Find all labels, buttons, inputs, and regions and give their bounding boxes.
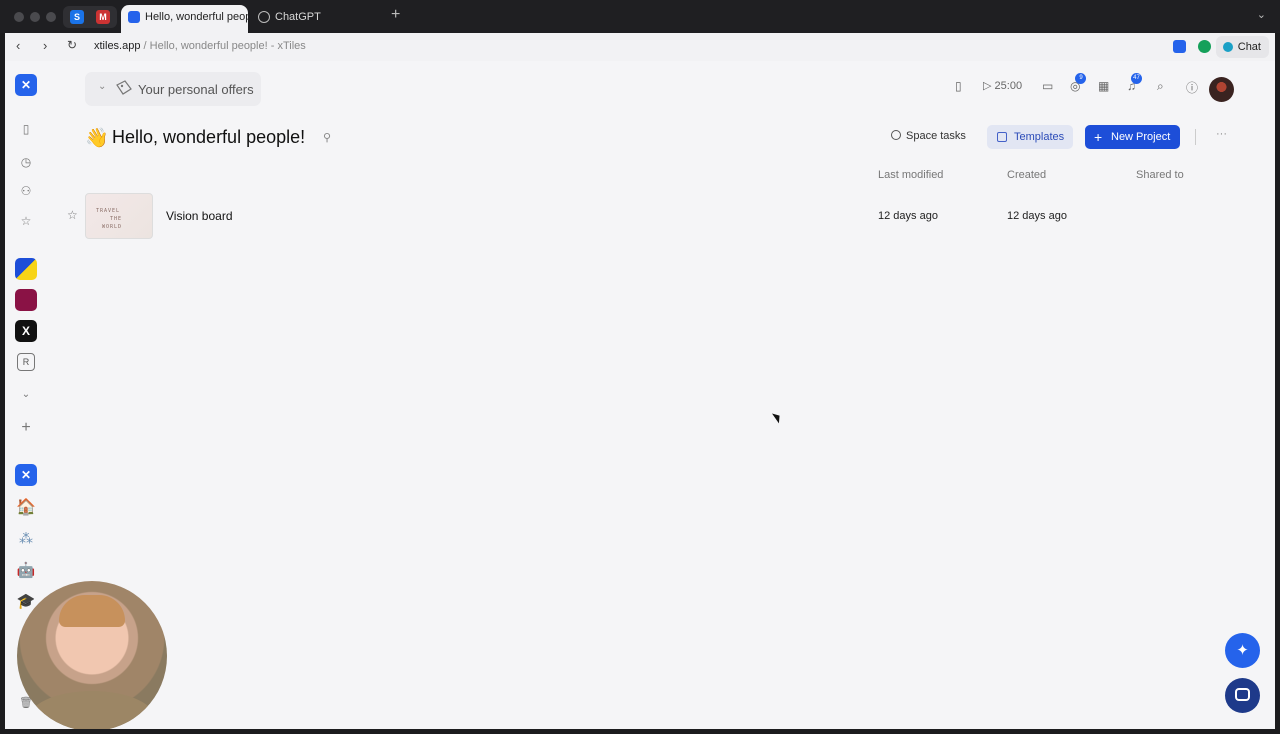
workspace-ukraine-icon[interactable] <box>15 258 37 280</box>
back-button[interactable]: ‹ <box>16 38 20 53</box>
column-header-shared-to[interactable]: Shared to <box>1136 169 1184 181</box>
personal-offers-button[interactable]: ⌄ Your personal offers <box>85 72 261 106</box>
project-thumbnail[interactable]: TRAVEL THE WORLD <box>85 193 153 239</box>
more-options-button[interactable]: ··· <box>1216 128 1227 140</box>
pinned-tab-sheets-icon[interactable]: S <box>70 10 84 24</box>
timer-value: 25:00 <box>994 80 1023 92</box>
tab-hello-wonderful-people[interactable]: Hello, wonderful peopl <box>121 5 248 33</box>
app-page: ✕ ▯ ◷ ⚇ ☆ X R ⌄ + ✕ 🏠 ⁂ 🤖 🎓 🗑 ⌄ Your per… <box>5 61 1275 729</box>
search-icon[interactable]: ⌕ <box>1157 79 1164 94</box>
workspace-xtiles-icon[interactable]: ✕ <box>15 464 37 486</box>
new-project-button[interactable]: + New Project <box>1085 125 1180 149</box>
calendar-icon[interactable]: ▦ <box>1098 79 1109 93</box>
divider <box>1195 129 1196 145</box>
plus-icon: + <box>1094 129 1103 145</box>
favorite-star-icon[interactable]: ☆ <box>67 208 78 222</box>
mouse-cursor <box>772 410 783 424</box>
favorites-star-icon[interactable]: ☆ <box>15 210 37 232</box>
tab-bar: S M Hello, wonderful peopl ChatGPT + ⌄ <box>0 0 1280 33</box>
shared-people-icon[interactable]: ⚇ <box>15 180 37 202</box>
pages-icon[interactable]: ▯ <box>15 118 37 140</box>
grid-icon <box>997 132 1007 142</box>
notifications-bell-icon[interactable]: ♫ 47 <box>1127 73 1142 93</box>
forward-button[interactable]: › <box>43 38 47 53</box>
webcam-hair <box>59 595 125 627</box>
expand-chevron-icon[interactable]: ⌄ <box>15 383 37 405</box>
tab-list-chevron-icon[interactable]: ⌄ <box>1257 8 1266 21</box>
workspace-x-icon[interactable]: X <box>15 320 37 342</box>
chat-button[interactable]: Chat <box>1215 36 1269 58</box>
pinned-tabs: S M <box>63 6 117 28</box>
column-header-created[interactable]: Created <box>1007 169 1046 181</box>
project-name[interactable]: Vision board <box>166 209 233 223</box>
tasks-check-icon[interactable]: ◎ 9 <box>1070 73 1087 93</box>
browser-window: S M Hello, wonderful peopl ChatGPT + ⌄ ‹… <box>0 0 1280 734</box>
chat-label: Chat <box>1237 41 1261 53</box>
ai-assistant-sparkle-icon[interactable]: ✦ <box>1225 633 1260 668</box>
window-minimize-button[interactable] <box>30 12 40 22</box>
webcam-shirt <box>27 691 157 729</box>
thumbnail-text: TRAVEL <box>96 208 121 214</box>
pinned-tab-gmail-icon[interactable]: M <box>96 10 110 24</box>
check-circle-icon <box>891 130 901 140</box>
xtiles-extension-icon[interactable] <box>1173 40 1186 53</box>
pin-icon[interactable]: ⚲ <box>323 131 331 144</box>
url-host: xtiles.app <box>94 40 141 52</box>
xtiles-logo-icon[interactable]: ✕ <box>15 74 37 96</box>
tab-chatgpt[interactable]: ChatGPT <box>251 5 371 33</box>
window-close-button[interactable] <box>14 12 24 22</box>
xtiles-favicon-icon <box>128 11 140 23</box>
tab-label: ChatGPT <box>275 11 321 23</box>
thumbnail-text: WORLD <box>102 224 123 230</box>
window-zoom-button[interactable] <box>46 12 56 22</box>
column-header-last-modified[interactable]: Last modified <box>878 169 943 181</box>
grammarly-extension-icon[interactable] <box>1198 40 1211 53</box>
page-title[interactable]: Hello, wonderful people! <box>112 127 305 148</box>
ticket-icon <box>116 80 132 95</box>
new-tab-button[interactable]: + <box>391 6 400 24</box>
notifications-badge: 47 <box>1131 73 1142 84</box>
chatgpt-favicon-icon <box>258 11 270 23</box>
add-workspace-icon[interactable]: + <box>15 417 37 439</box>
workspace-robot-icon[interactable]: 🤖 <box>15 559 37 581</box>
space-tasks-label: Space tasks <box>906 130 966 142</box>
chevron-down-icon: ⌄ <box>98 81 107 92</box>
url-field[interactable]: xtiles.app / Hello, wonderful people! - … <box>94 40 306 52</box>
url-path: / Hello, wonderful people! - xTiles <box>140 40 306 52</box>
workspace-r[interactable]: R <box>17 353 35 371</box>
play-icon: ▷ <box>983 80 992 92</box>
space-tasks-button[interactable]: Space tasks <box>891 130 966 142</box>
help-icon[interactable]: ⓘ <box>1186 79 1198 96</box>
support-chat-button[interactable] <box>1225 678 1260 713</box>
document-icon[interactable]: ▭ <box>1042 79 1053 93</box>
webcam-overlay <box>17 581 167 729</box>
last-modified-cell: 12 days ago <box>878 210 938 222</box>
chat-icon <box>1235 688 1250 701</box>
templates-label: Templates <box>1014 131 1065 143</box>
workspace-people-icon[interactable]: ⁂ <box>15 527 37 549</box>
waving-hand-icon: 👋 <box>85 128 109 149</box>
offers-label: Your personal offers <box>138 82 254 97</box>
pomodoro-timer[interactable]: ▷ 25:00 <box>983 79 1022 92</box>
new-project-label: New Project <box>1111 131 1171 143</box>
thumbnail-text: THE <box>110 216 123 222</box>
tab-label: Hello, wonderful peopl <box>145 11 248 23</box>
templates-button[interactable]: Templates <box>987 125 1073 149</box>
pages-toolbar-icon[interactable]: ▯ <box>955 79 962 93</box>
address-bar: ‹ › ↻ xtiles.app / Hello, wonderful peop… <box>5 33 1275 61</box>
recent-clock-icon[interactable]: ◷ <box>15 151 37 173</box>
workspace-magenta-icon[interactable] <box>15 289 37 311</box>
tasks-badge: 9 <box>1075 73 1087 84</box>
chat-bubble-icon <box>1222 42 1233 52</box>
reload-icon[interactable]: ↻ <box>67 38 77 52</box>
user-avatar[interactable] <box>1209 77 1234 102</box>
workspace-house-icon[interactable]: 🏠 <box>15 496 37 518</box>
created-cell: 12 days ago <box>1007 210 1067 222</box>
